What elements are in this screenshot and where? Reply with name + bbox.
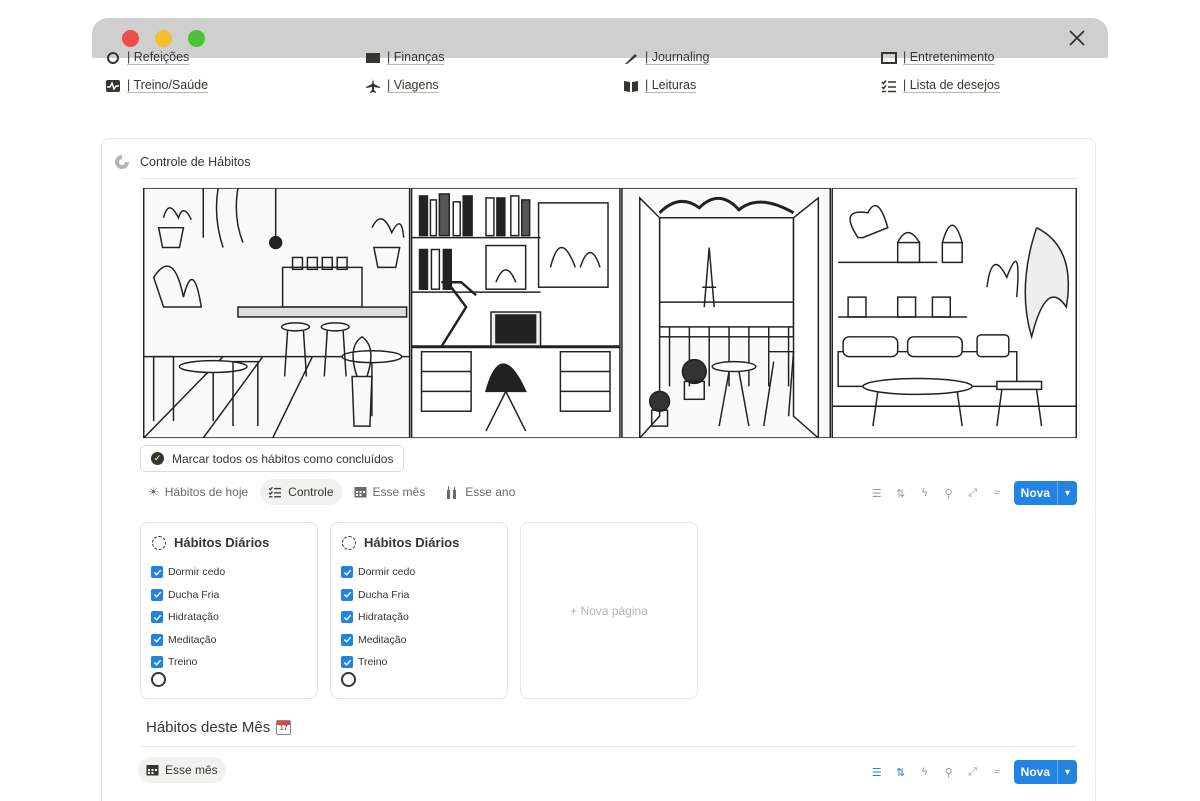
checkbox-checked-icon[interactable] xyxy=(341,656,353,669)
wallet-icon xyxy=(366,52,380,63)
tab-esse-mes[interactable]: Esse mês xyxy=(346,479,434,505)
expand-icon[interactable]: ⤢ xyxy=(966,765,980,779)
checkbox-checked-icon[interactable] xyxy=(341,611,353,624)
bottles-icon xyxy=(447,485,457,499)
link-journaling[interactable]: | Journaling xyxy=(623,50,710,65)
habit-item[interactable]: Treino xyxy=(341,651,415,674)
tab-esse-ano[interactable]: Esse ano xyxy=(437,479,523,505)
habit-item[interactable]: Ducha Fria xyxy=(341,584,415,607)
panel-header: Controle de Hábitos xyxy=(114,154,250,170)
habit-item[interactable]: Meditação xyxy=(341,629,415,652)
link-entretenimento[interactable]: | Entretenimento xyxy=(881,50,995,65)
settings-sliders-icon[interactable]: ≈ xyxy=(990,765,1004,779)
month-section-title: Hábitos deste Mês 17 xyxy=(146,719,292,736)
minimize-window-button[interactable] xyxy=(155,30,172,47)
status-circle-icon[interactable] xyxy=(341,672,356,687)
habit-item[interactable]: Hidratação xyxy=(341,606,415,629)
link-lista-de-desejos[interactable]: | Lista de desejos xyxy=(881,78,1001,93)
checkbox-checked-icon[interactable] xyxy=(151,656,163,669)
checkbox-checked-icon[interactable] xyxy=(341,633,353,646)
new-page-card[interactable]: + Nova página xyxy=(520,522,698,699)
chevron-down-icon[interactable]: ▾ xyxy=(1057,481,1077,505)
chevron-down-icon[interactable]: ▾ xyxy=(1057,760,1077,784)
sun-icon: ☀ xyxy=(148,485,159,499)
dashed-circle-icon xyxy=(152,535,166,550)
tab-controle[interactable]: Controle xyxy=(260,479,342,505)
habit-control-panel: Controle de Hábitos ✓ Marcar todos os há… xyxy=(101,138,1096,801)
checklist-icon xyxy=(268,486,282,498)
panel-title: Controle de Hábitos xyxy=(140,155,251,169)
checklist-icon xyxy=(881,79,896,92)
link-treino-saude[interactable]: | Treino/Saúde xyxy=(105,78,209,93)
habit-card[interactable]: Hábitos Diários Dormir cedo Ducha Fria H… xyxy=(330,522,508,699)
new-button[interactable]: Nova ▾ xyxy=(1013,481,1077,505)
habit-item[interactable]: Treino xyxy=(151,651,225,674)
card-title: Hábitos Diários xyxy=(152,535,269,550)
calendar-emoji-icon: 17 xyxy=(276,720,292,735)
month-view-tabs: Esse mês xyxy=(138,757,226,783)
link-viagens[interactable]: | Viagens xyxy=(365,78,439,93)
pen-icon xyxy=(625,53,637,64)
sort-icon[interactable]: ⇅ xyxy=(894,765,908,779)
habit-card[interactable]: Hábitos Diários Dormir cedo Ducha Fria H… xyxy=(140,522,318,699)
link-refeicoes[interactable]: | Refeições xyxy=(105,50,190,65)
tab-habitos-de-hoje[interactable]: ☀ Hábitos de hoje xyxy=(140,479,256,505)
habit-item[interactable]: Ducha Fria xyxy=(151,584,225,607)
checkbox-checked-icon[interactable] xyxy=(151,566,163,579)
navigation-links: | Refeições | Finanças | Journaling | En… xyxy=(105,46,1105,106)
habit-list: Dormir cedo Ducha Fria Hidratação Medita… xyxy=(341,561,415,674)
view-toolbar: ☰ ⇅ ϟ ⚲ ⤢ ≈ Nova ▾ xyxy=(870,481,1077,505)
view-tabs: ☀ Hábitos de hoje Controle Esse mês Esse… xyxy=(140,479,523,505)
search-icon[interactable]: ⚲ xyxy=(942,486,956,500)
status-circle-icon[interactable] xyxy=(151,672,166,687)
automation-icon[interactable]: ϟ xyxy=(918,486,932,500)
search-icon[interactable]: ⚲ xyxy=(942,765,956,779)
link-leituras[interactable]: | Leituras xyxy=(623,78,697,93)
bowl-icon xyxy=(107,51,119,64)
heart-pulse-icon xyxy=(106,79,120,92)
habit-list: Dormir cedo Ducha Fria Hidratação Medita… xyxy=(151,561,225,674)
tab-esse-mes-month[interactable]: Esse mês xyxy=(138,757,226,783)
link-financas[interactable]: | Finanças xyxy=(365,50,445,65)
settings-sliders-icon[interactable]: ≈ xyxy=(990,486,1004,500)
mark-all-complete-button[interactable]: ✓ Marcar todos os hábitos como concluído… xyxy=(140,445,405,472)
automation-icon[interactable]: ϟ xyxy=(918,765,932,779)
close-window-button[interactable] xyxy=(122,30,139,47)
film-icon xyxy=(881,51,897,64)
checkbox-checked-icon[interactable] xyxy=(341,588,353,601)
habit-item[interactable]: Dormir cedo xyxy=(151,561,225,584)
filter-icon[interactable]: ☰ xyxy=(870,486,884,500)
filter-icon[interactable]: ☰ xyxy=(870,765,884,779)
divider xyxy=(140,746,1077,747)
checkbox-checked-icon[interactable] xyxy=(151,611,163,624)
expand-icon[interactable]: ⤢ xyxy=(966,486,980,500)
habit-item[interactable]: Dormir cedo xyxy=(341,561,415,584)
month-view-toolbar: ☰ ⇅ ϟ ⚲ ⤢ ≈ Nova ▾ xyxy=(870,760,1077,784)
cover-illustration xyxy=(140,187,1080,439)
habit-item[interactable]: Hidratação xyxy=(151,606,225,629)
sort-icon[interactable]: ⇅ xyxy=(894,486,908,500)
habit-item[interactable]: Meditação xyxy=(151,629,225,652)
calendar-icon xyxy=(354,487,367,498)
calendar-icon xyxy=(146,765,159,776)
checkbox-checked-icon[interactable] xyxy=(151,588,163,601)
book-icon xyxy=(624,80,638,92)
habit-cards: Hábitos Diários Dormir cedo Ducha Fria H… xyxy=(140,522,698,699)
airplane-icon xyxy=(366,78,380,93)
checkbox-checked-icon[interactable] xyxy=(151,633,163,646)
new-button[interactable]: Nova ▾ xyxy=(1013,760,1077,784)
card-title: Hábitos Diários xyxy=(342,535,459,550)
dashed-circle-icon xyxy=(342,535,356,550)
divider xyxy=(140,178,1077,179)
checkbox-checked-icon[interactable] xyxy=(341,566,353,579)
check-circle-icon: ✓ xyxy=(151,452,164,465)
maximize-window-button[interactable] xyxy=(188,30,205,47)
progress-pie-icon xyxy=(115,155,129,169)
